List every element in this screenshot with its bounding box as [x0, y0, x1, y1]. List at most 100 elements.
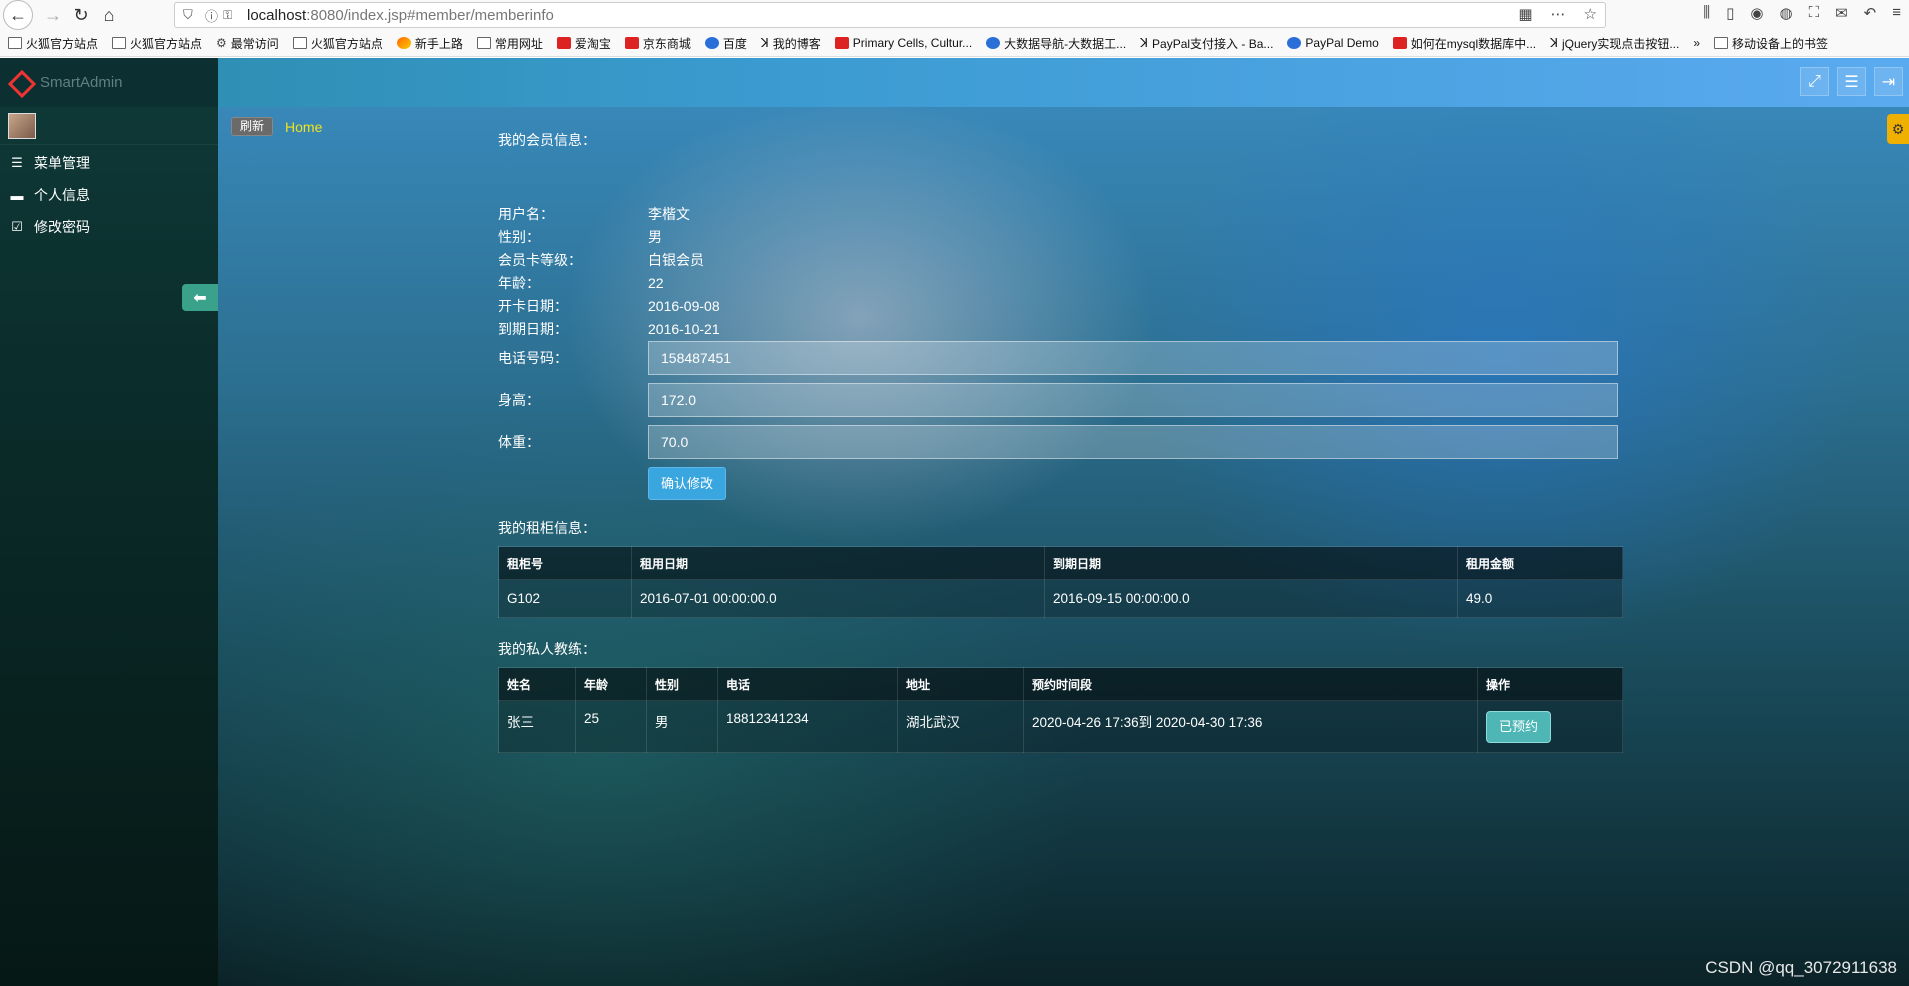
info-row-expire-date: 到期日期： 2016-10-21: [498, 320, 720, 337]
height-row: 身高：: [498, 383, 1623, 417]
folder-icon: [8, 37, 22, 49]
app-root: SmartAdmin ⤢ ☰ ⇥ ☰ 菜单管理 ▬ 个人信息 ☑ 修改密码 ⬅: [0, 58, 1909, 986]
paypal-icon: [1287, 37, 1302, 49]
mobile-icon: [1714, 37, 1729, 49]
bookmark-item[interactable]: 百度: [704, 35, 747, 52]
bookmark-item[interactable]: ⚙ 最常访问: [216, 35, 279, 52]
info-row-username: 用户名： 李楷文: [498, 205, 690, 222]
list-icon: ☰: [11, 155, 23, 170]
fullscreen-button[interactable]: ⤢: [1800, 67, 1829, 96]
info-row-card-level: 会员卡等级： 白银会员: [498, 251, 704, 268]
checkbox-icon: ☑: [11, 219, 23, 234]
bookmark-item[interactable]: 移动设备上的书签: [1714, 35, 1828, 52]
breadcrumb-home[interactable]: Home: [285, 119, 322, 135]
folder-icon: [112, 37, 127, 49]
logo-icon: [10, 72, 32, 94]
address-bar[interactable]: ⛉ ⓘ ⚿ localhost:8080/index.jsp#member/me…: [174, 2, 1606, 28]
info-row-open-date: 开卡日期： 2016-09-08: [498, 297, 720, 314]
bookmark-star-icon[interactable]: ☆: [1584, 5, 1597, 23]
logo[interactable]: SmartAdmin: [0, 58, 218, 107]
table-header-row: 租柜号 租用日期 到期日期 租用金额: [498, 546, 1623, 580]
height-input[interactable]: [648, 383, 1618, 417]
member-info-fields: 用户名： 李楷文 性别：男 会员卡等级： 白银会员 年龄： 22 开卡日期： 2016-…: [498, 202, 1623, 340]
shield-icon[interactable]: ⛉: [183, 7, 201, 23]
baidu-icon: [704, 37, 719, 49]
menu-toggle-button[interactable]: ☰: [1837, 67, 1866, 96]
back-button[interactable]: ←: [3, 0, 33, 30]
chat-icon[interactable]: ✉: [1835, 4, 1848, 22]
chevron-double-right-icon: »: [1693, 36, 1701, 50]
weight-row: 体重：: [498, 425, 1623, 459]
home-button[interactable]: ⌂: [95, 1, 123, 29]
avatar[interactable]: [8, 112, 36, 139]
phone-row: 电话号码：: [498, 341, 1623, 375]
taobao-icon: [556, 37, 571, 49]
phone-input[interactable]: [648, 341, 1618, 375]
jd-icon: [624, 37, 639, 49]
folder-icon: ▬: [10, 187, 24, 203]
library-icon[interactable]: ⫼: [1703, 4, 1710, 22]
sidebar-item-change-password[interactable]: ☑ 修改密码: [0, 211, 218, 243]
table-header-row: 姓名 年龄 性别 电话 地址 预约时间段 操作: [498, 667, 1623, 701]
arrow-left-circle-icon: ⬅: [193, 289, 207, 307]
table-row: 张三 25 男 18812341234 湖北武汉 2020-04-26 17:3…: [498, 700, 1623, 753]
bookmark-item[interactable]: 爱淘宝: [556, 35, 611, 52]
account-icon[interactable]: ◉: [1750, 4, 1763, 22]
coach-table: 姓名 年龄 性别 电话 地址 预约时间段 操作 张三 25 男 18812341…: [498, 667, 1623, 753]
bookmark-item[interactable]: ꓘ PayPal支付接入 - Ba...: [1140, 35, 1273, 52]
forward-button[interactable]: →: [39, 1, 67, 29]
member-info-title: 我的会员信息：: [498, 132, 596, 148]
menu-icon[interactable]: ≡: [1892, 4, 1901, 22]
info-icon[interactable]: ⓘ: [205, 6, 223, 25]
locker-info-title: 我的租柜信息：: [498, 520, 596, 536]
confirm-edit-button[interactable]: 确认修改: [648, 467, 727, 500]
screenshot-icon[interactable]: ⛶: [1809, 4, 1820, 22]
csdn-icon: [1392, 37, 1407, 49]
qr-code-icon[interactable]: ▦: [1518, 5, 1532, 23]
weight-input[interactable]: [648, 425, 1618, 459]
logo-text: SmartAdmin: [40, 74, 123, 91]
sidebar-toggle-icon[interactable]: ▯: [1726, 4, 1734, 22]
site-icon: ꓘ: [1140, 36, 1149, 50]
sidebar-item-personal-info[interactable]: ▬ 个人信息: [0, 179, 218, 211]
bookmark-item[interactable]: Primary Cells, Cultur...: [834, 36, 972, 50]
collapse-sidebar-button[interactable]: ⬅: [182, 284, 218, 311]
sidebar-menu: ☰ 菜单管理 ▬ 个人信息 ☑ 修改密码: [0, 147, 218, 243]
sidebar-item-menu-management[interactable]: ☰ 菜单管理: [0, 147, 218, 179]
user-info[interactable]: [0, 107, 218, 145]
undo-icon[interactable]: ↶: [1864, 4, 1877, 22]
hamburger-icon: ☰: [1844, 73, 1859, 91]
booked-button[interactable]: 已预约: [1486, 710, 1552, 743]
sidebar: ☰ 菜单管理 ▬ 个人信息 ☑ 修改密码 ⬅: [0, 107, 218, 986]
bookmark-item[interactable]: 火狐官方站点: [112, 35, 202, 52]
bookmark-item[interactable]: 火狐官方站点: [8, 35, 98, 52]
site-icon: [986, 37, 1001, 49]
member-edit-form: 电话号码： 身高： 体重： 确认修改: [498, 341, 1623, 500]
sidebar-item-label: 个人信息: [34, 187, 90, 203]
extension-globe-icon[interactable]: ◍: [1779, 4, 1792, 22]
bookmark-item[interactable]: 京东商城: [624, 35, 691, 52]
bookmarks-overflow[interactable]: »: [1693, 36, 1700, 50]
bookmark-item[interactable]: 大数据导航-大数据工...: [986, 35, 1126, 52]
bookmark-item[interactable]: ꓘ 我的博客: [761, 35, 821, 52]
watermark: CSDN @qq_3072911638: [1705, 958, 1897, 977]
bookmark-item[interactable]: 新手上路: [396, 35, 463, 52]
sidebar-item-label: 菜单管理: [34, 155, 90, 171]
bookmark-item[interactable]: 常用网址: [476, 35, 543, 52]
url-text[interactable]: localhost:8080/index.jsp#member/memberin…: [247, 7, 554, 24]
site-icon: ꓘ: [1550, 36, 1558, 50]
bookmark-item[interactable]: 如何在mysql数据库中...: [1392, 35, 1536, 52]
reload-button[interactable]: ↻: [67, 1, 95, 29]
settings-button[interactable]: ⚙: [1887, 114, 1909, 144]
permissions-icon[interactable]: ⚿: [223, 8, 241, 23]
bookmark-item[interactable]: PayPal Demo: [1287, 36, 1379, 50]
more-icon[interactable]: ⋯: [1551, 5, 1566, 23]
folder-icon: [476, 37, 491, 49]
bookmark-item[interactable]: ꓘ jQuery实现点击按钮...: [1550, 35, 1679, 52]
gear-icon: ⚙: [216, 36, 227, 50]
logout-button[interactable]: ⇥: [1874, 67, 1903, 96]
folder-icon: [292, 37, 307, 49]
refresh-button[interactable]: 刷新: [231, 117, 274, 136]
site-icon: [834, 37, 849, 49]
bookmark-item[interactable]: 火狐官方站点: [292, 35, 383, 52]
